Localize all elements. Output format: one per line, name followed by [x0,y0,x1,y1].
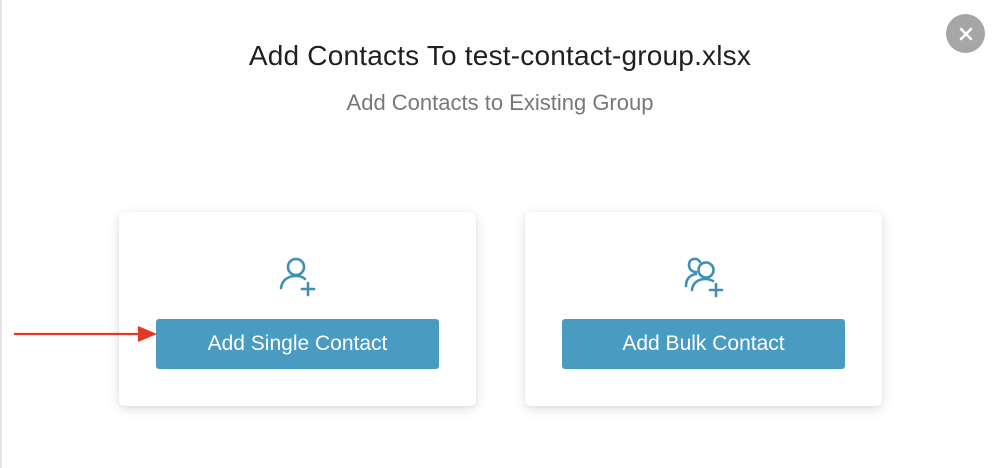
user-plus-icon [279,257,315,297]
add-single-contact-button[interactable]: Add Single Contact [156,319,439,369]
bulk-contact-card: Add Bulk Contact [525,212,882,406]
users-plus-icon [684,257,723,298]
add-bulk-contact-button[interactable]: Add Bulk Contact [562,319,845,369]
modal-subtitle: Add Contacts to Existing Group [346,90,654,115]
red-arrow-icon [14,326,157,342]
add-contacts-modal: Add Contacts To test-contact-group.xlsx … [0,0,997,468]
modal-title: Add Contacts To test-contact-group.xlsx [248,40,752,71]
single-contact-card: Add Single Contact [119,212,476,406]
